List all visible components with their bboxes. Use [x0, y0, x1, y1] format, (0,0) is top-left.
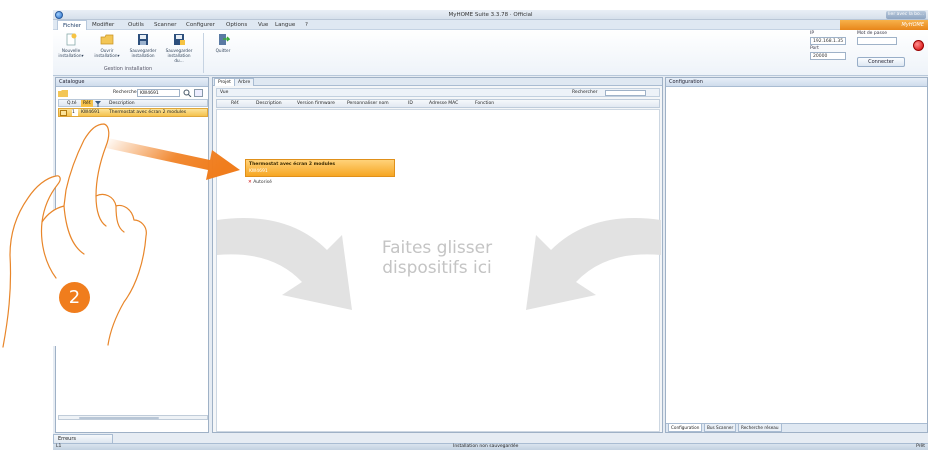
- menu-configurer[interactable]: Configurer: [186, 22, 215, 28]
- menu-help[interactable]: ?: [305, 22, 308, 28]
- new-installation-label: Nouvelle installation▾: [58, 48, 84, 58]
- password-field[interactable]: [857, 37, 897, 45]
- status-bar: L1 Installation non sauvegardée Prêt: [53, 443, 928, 450]
- drop-hint-line2: dispositifs ici: [382, 258, 492, 278]
- brand-label: MyHOME: [840, 20, 928, 30]
- column-description[interactable]: Description: [256, 100, 282, 108]
- project-panel: Projet Arbre Vue Rechercher Réf. Descrip…: [212, 77, 663, 433]
- new-installation-button[interactable]: Nouvelle installation▾: [57, 33, 85, 58]
- password-label: Mot de passe: [857, 31, 887, 36]
- status-right: Prêt: [916, 444, 925, 449]
- catalogue-horizontal-scrollbar[interactable]: [58, 415, 208, 420]
- status-left: L1: [56, 444, 62, 449]
- authorization-status: ✕ Autorisé: [248, 180, 272, 185]
- connect-button[interactable]: Connecter: [857, 57, 905, 67]
- project-drop-area[interactable]: Faites glisser dispositifs ici Thermosta…: [216, 109, 661, 432]
- catalogue-search-input[interactable]: KW4691: [137, 89, 180, 97]
- menu-langue[interactable]: Langue: [275, 22, 295, 28]
- catalogue-folder-icon[interactable]: [58, 89, 68, 97]
- title-bar: MyHOME Suite 3.3.78 · Official lier avec…: [53, 10, 928, 20]
- column-ref[interactable]: Réf.: [81, 100, 94, 107]
- ribbon: Nouvelle installation▾ Ouvrir installati…: [53, 30, 928, 76]
- column-function[interactable]: Fonction: [475, 100, 494, 108]
- menu-bar: Fichier Modifier Outils Scanner Configur…: [53, 20, 928, 30]
- save-installation-as-button[interactable]: Sauvegarder installation du...: [165, 33, 193, 63]
- port-field[interactable]: 20000: [810, 52, 846, 60]
- tab-network-search[interactable]: Recherche réseau: [738, 424, 782, 432]
- tab-arbre[interactable]: Arbre: [234, 78, 255, 86]
- step-number-badge: 2: [59, 282, 90, 313]
- quit-button[interactable]: Quitter: [209, 33, 237, 53]
- new-document-icon: [66, 33, 77, 46]
- open-installation-button[interactable]: Ouvrir installation▾: [93, 33, 121, 58]
- column-mac[interactable]: Adresse MAC: [429, 100, 458, 108]
- drop-hint-line1: Faites glisser: [381, 238, 493, 258]
- dragged-device-card[interactable]: Thermostat avec écran 2 modules KW4691: [245, 159, 395, 177]
- dragged-device-code: KW4691: [249, 169, 268, 174]
- window-title: MyHOME Suite 3.3.78 · Official: [448, 12, 533, 18]
- project-table-header: Réf. Description Version firmware Person…: [216, 99, 660, 108]
- connection-status-icon: [913, 40, 924, 51]
- column-description[interactable]: Description: [109, 100, 135, 107]
- save-as-icon: [174, 34, 185, 45]
- table-row[interactable]: 1 KW4691 Thermostat avec écran 2 modules: [58, 108, 208, 117]
- window-controls[interactable]: lier avec la bo...: [886, 11, 926, 19]
- drop-hint: Faites glisser dispositifs ici: [357, 238, 517, 278]
- device-icon: [60, 110, 67, 116]
- project-tab-strip: Projet Arbre: [213, 78, 662, 86]
- project-search-label: Rechercher: [572, 90, 598, 95]
- tab-configuration[interactable]: Configuration: [668, 424, 703, 432]
- authorized-label: Autorisé: [253, 180, 272, 185]
- ribbon-group-label: Gestion installation: [103, 66, 153, 72]
- open-installation-label: Ouvrir installation▾: [94, 48, 120, 58]
- save-installation-button[interactable]: Sauvegarder installation: [129, 33, 157, 58]
- catalogue-toolbar: Rechercher KW4691: [58, 89, 208, 98]
- column-custom-name[interactable]: Personnaliser nom: [347, 100, 389, 108]
- quantity-field[interactable]: 1: [72, 109, 78, 116]
- row-ref: KW4691: [81, 110, 100, 115]
- column-firmware[interactable]: Version firmware: [297, 100, 335, 108]
- ip-label: IP: [810, 31, 815, 36]
- tab-projet[interactable]: Projet: [214, 78, 235, 86]
- menu-options[interactable]: Options: [226, 22, 247, 28]
- column-id[interactable]: ID: [408, 100, 413, 108]
- ribbon-separator: [203, 33, 204, 73]
- application-window: MyHOME Suite 3.3.78 · Official lier avec…: [53, 10, 928, 450]
- configuration-title: Configuration: [666, 78, 927, 87]
- catalogue-title: Catalogue: [56, 78, 208, 87]
- ip-field[interactable]: 192.168.1.35: [810, 37, 846, 45]
- exit-icon: [219, 34, 230, 45]
- menu-scanner[interactable]: Scanner: [154, 22, 177, 28]
- menu-outils[interactable]: Outils: [128, 22, 144, 28]
- clear-filter-icon[interactable]: [194, 89, 203, 97]
- project-toolbar: Vue Rechercher: [216, 88, 660, 97]
- open-folder-icon: [100, 34, 114, 45]
- column-qty[interactable]: Q.té: [67, 100, 77, 107]
- menu-fichier[interactable]: Fichier: [57, 20, 87, 30]
- scrollbar-thumb[interactable]: [79, 417, 159, 419]
- quit-label: Quitter: [215, 48, 231, 53]
- save-installation-label: Sauvegarder installation: [129, 48, 157, 58]
- row-description: Thermostat avec écran 2 modules: [109, 110, 187, 115]
- tab-bus-scanner[interactable]: Bus Scanner: [704, 424, 737, 432]
- catalogue-panel: Catalogue Rechercher KW4691 Q.té Réf. De…: [55, 77, 209, 433]
- menu-modifier[interactable]: Modifier: [92, 22, 114, 28]
- save-installation-as-label: Sauvegarder installation du...: [165, 48, 193, 63]
- project-search-input[interactable]: [605, 90, 646, 96]
- dragged-device-title: Thermostat avec écran 2 modules: [249, 162, 336, 167]
- authorized-icon: ✕: [248, 180, 252, 185]
- configuration-panel: Configuration Configuration Bus Scanner …: [665, 77, 928, 433]
- configuration-tab-strip: Configuration Bus Scanner Recherche rése…: [666, 423, 927, 432]
- search-icon[interactable]: [183, 89, 192, 97]
- status-center: Installation non sauvegardée: [453, 444, 519, 449]
- port-label: Port: [810, 46, 819, 51]
- catalogue-search-label: Rechercher: [113, 90, 139, 95]
- filter-icon[interactable]: [95, 101, 101, 107]
- view-menu[interactable]: Vue: [220, 90, 228, 95]
- catalogue-table-header: Q.té Réf. Description: [58, 99, 208, 107]
- save-icon: [138, 34, 148, 45]
- column-ref[interactable]: Réf.: [231, 100, 239, 108]
- menu-vue[interactable]: Vue: [258, 22, 268, 28]
